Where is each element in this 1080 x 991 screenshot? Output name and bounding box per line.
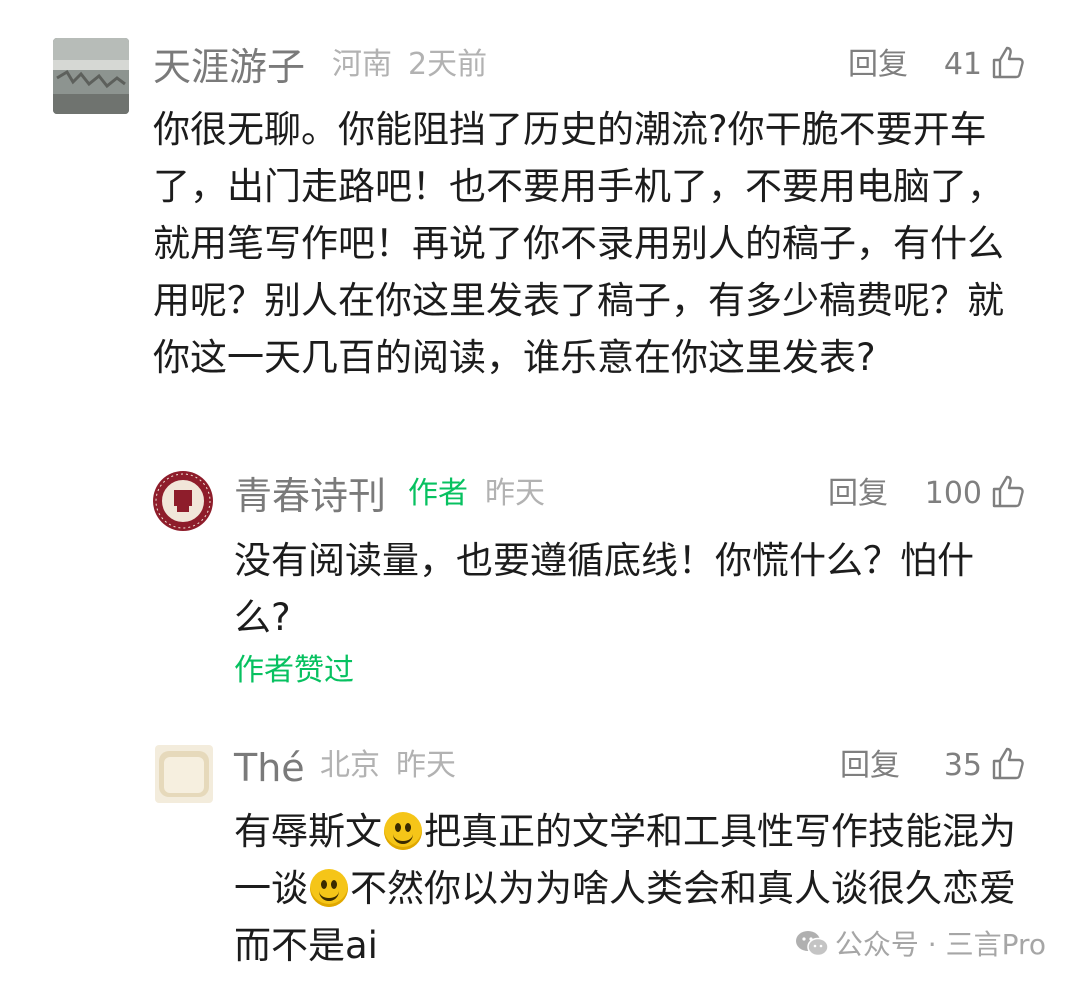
smile-emoji-icon xyxy=(310,869,348,907)
thumbs-up-icon[interactable] xyxy=(990,45,1026,81)
author-badge: 作者 xyxy=(408,476,468,511)
comment-time: 2天前 xyxy=(408,47,488,82)
like-count: 41 xyxy=(943,47,982,82)
wechat-icon xyxy=(795,931,829,957)
reply-button[interactable]: 回复 xyxy=(828,479,888,509)
reply-button[interactable]: 回复 xyxy=(840,751,900,781)
comment-location: 河南 xyxy=(332,47,392,82)
comment-location: 北京 xyxy=(320,748,380,783)
watermark-text: 公众号 · 三言Pro xyxy=(834,928,1046,961)
like-count: 100 xyxy=(924,476,982,511)
avatar[interactable] xyxy=(53,38,129,114)
watermark: 公众号 · 三言Pro xyxy=(795,930,1046,959)
comment-text: 你很无聊。你能阻挡了历史的潮流?你干脆不要开车了，出门走路吧！也不要用手机了，不… xyxy=(153,108,1004,379)
comment-text: 没有阅读量，也要遵循底线！你慌什么？怕什么? xyxy=(234,539,974,639)
comment-time: 昨天 xyxy=(485,476,545,511)
thumbs-up-icon[interactable] xyxy=(990,746,1026,782)
smile-emoji-icon xyxy=(384,812,422,850)
comment-text-part: 有辱斯文 xyxy=(234,810,382,853)
commenter-name[interactable]: Thé xyxy=(234,749,305,787)
thumbs-up-icon[interactable] xyxy=(990,474,1026,510)
avatar[interactable] xyxy=(155,745,213,803)
author-liked-label: 作者赞过 xyxy=(234,653,354,688)
commenter-name[interactable]: 青春诗刊 xyxy=(234,477,386,515)
like-count: 35 xyxy=(943,748,982,783)
reply-button[interactable]: 回复 xyxy=(848,50,908,80)
comment-time: 昨天 xyxy=(396,748,456,783)
avatar[interactable] xyxy=(152,470,214,532)
commenter-name[interactable]: 天涯游子 xyxy=(153,48,305,86)
